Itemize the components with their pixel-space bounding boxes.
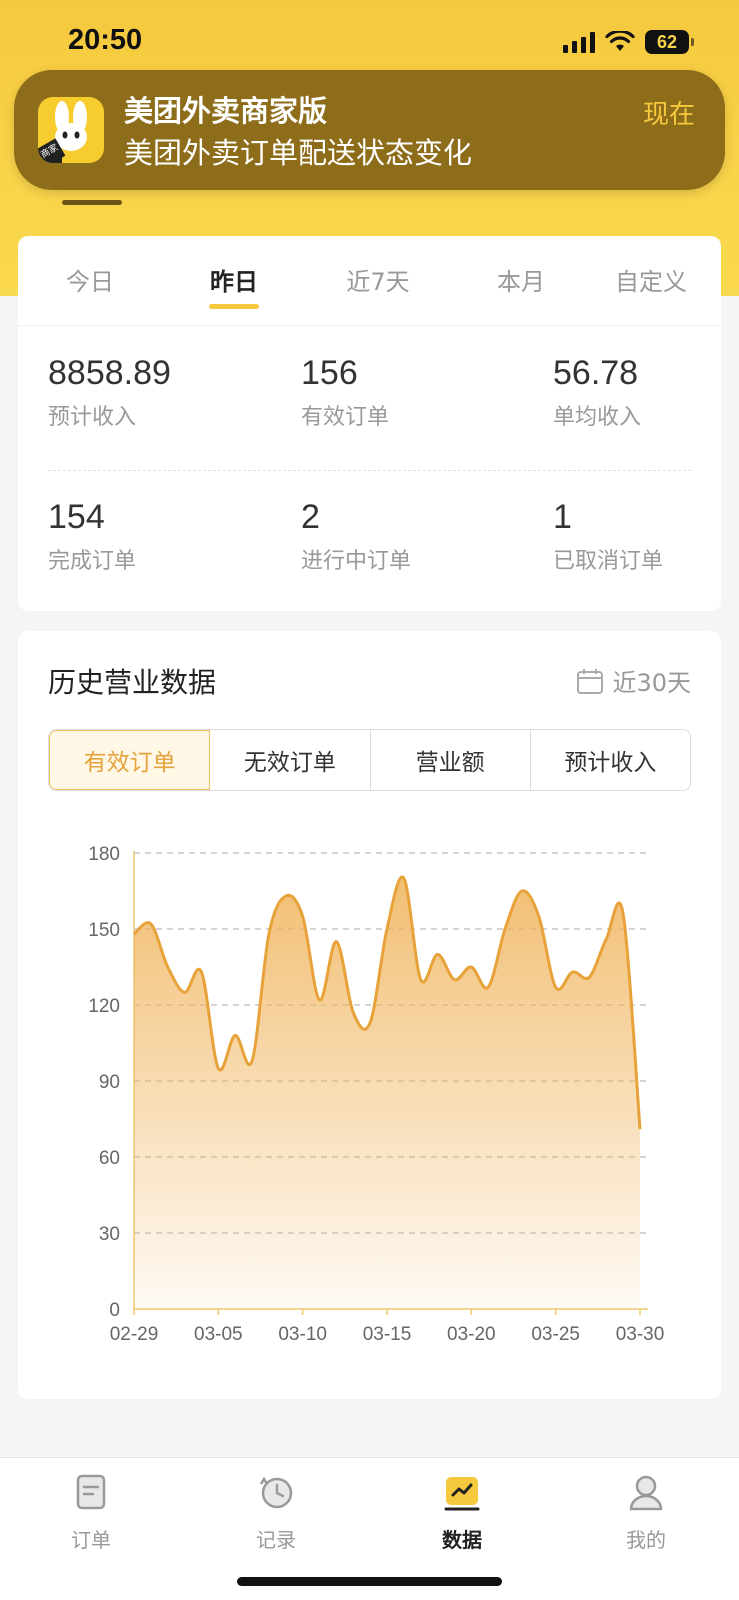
notification-time: 现在 <box>642 100 695 130</box>
history-title: 历史营业数据 <box>48 666 217 699</box>
metric-segmented-control: 有效订单 无效订单 营业额 预计收入 <box>48 729 691 791</box>
y-tick-label: 180 <box>88 844 120 865</box>
x-tick-label: 02-29 <box>110 1324 159 1345</box>
y-tick-label: 150 <box>88 920 120 941</box>
y-tick-label: 0 <box>109 1300 120 1321</box>
tab-last-7-days[interactable]: 近7天 <box>346 262 409 297</box>
data-chart-icon <box>444 1477 480 1511</box>
stat-label: 完成订单 <box>48 549 137 574</box>
y-tick-label: 30 <box>99 1224 120 1245</box>
stat-cancelled-orders: 1 已取消订单 <box>553 498 663 575</box>
stat-in-progress-orders: 2 进行中订单 <box>301 498 411 575</box>
stat-value: 2 <box>301 498 320 536</box>
series-area <box>134 877 640 1309</box>
order-icon <box>76 1474 106 1510</box>
history-card: 历史营业数据 近30天 有效订单 无效订单 营业额 预计收入 0 30 60 90 12… <box>18 631 721 1399</box>
stat-label: 已取消订单 <box>553 549 664 574</box>
nav-item-history[interactable]: 记录 <box>216 1472 336 1553</box>
nav-item-data[interactable]: 数据 <box>402 1472 522 1553</box>
nav-item-profile[interactable]: 我的 <box>586 1472 706 1553</box>
nav-label: 我的 <box>626 1528 666 1552</box>
tab-yesterday[interactable]: 昨日 <box>210 262 258 297</box>
profile-icon <box>629 1475 663 1511</box>
stat-value: 154 <box>48 498 105 536</box>
stat-label: 预计收入 <box>48 405 137 430</box>
home-indicator[interactable] <box>237 1577 502 1586</box>
status-time: 20:50 <box>68 24 143 56</box>
date-range-label: 近30天 <box>612 669 691 697</box>
segment-estimated-income[interactable]: 预计收入 <box>530 730 690 790</box>
stat-avg-income: 56.78 单均收入 <box>553 354 641 431</box>
stat-label: 进行中订单 <box>301 549 412 574</box>
history-area-chart: 0 30 60 90 120 150 180 02-29 03-05 03-10 03-15 03-2… <box>88 844 665 1345</box>
stat-value: 156 <box>301 354 358 392</box>
y-tick-label: 120 <box>88 996 120 1017</box>
y-tick-label: 60 <box>99 1148 120 1169</box>
tab-this-month[interactable]: 本月 <box>497 262 545 297</box>
active-tab-underline <box>209 304 259 309</box>
stat-value: 1 <box>553 498 572 536</box>
banner-handle[interactable] <box>62 200 122 205</box>
nav-item-orders[interactable]: 订单 <box>31 1472 151 1553</box>
meituan-app-icon: 商家 <box>38 97 104 163</box>
x-tick-label: 03-15 <box>363 1324 412 1345</box>
nav-label: 记录 <box>256 1528 296 1552</box>
x-tick-label: 03-10 <box>278 1324 327 1345</box>
wifi-icon <box>605 31 635 51</box>
x-tick-label: 03-25 <box>531 1324 580 1345</box>
nav-label: 数据 <box>442 1528 482 1552</box>
period-tabs: 今日 昨日 近7天 本月 自定义 <box>18 236 721 326</box>
segment-valid-orders[interactable]: 有效订单 <box>49 730 211 790</box>
x-tick-label: 03-30 <box>616 1324 665 1345</box>
notification-message: 美团外卖订单配送状态变化 <box>124 136 473 170</box>
stat-value: 8858.89 <box>48 354 171 392</box>
stat-value: 56.78 <box>553 354 639 392</box>
stat-label: 有效订单 <box>301 405 390 430</box>
y-tick-label: 90 <box>99 1072 120 1093</box>
stats-divider <box>48 470 691 471</box>
history-icon <box>259 1476 293 1509</box>
calendar-icon <box>577 668 604 694</box>
notification-title: 美团外卖商家版 <box>124 94 328 128</box>
x-tick-label: 03-05 <box>194 1324 243 1345</box>
segment-revenue[interactable]: 营业额 <box>370 730 531 790</box>
tab-custom[interactable]: 自定义 <box>615 262 687 297</box>
status-bar: 20:50 62 <box>0 0 739 70</box>
status-icons: 62 <box>563 28 694 56</box>
cellular-signal-icon <box>563 31 595 53</box>
segment-invalid-orders[interactable]: 无效订单 <box>210 730 371 790</box>
tab-today[interactable]: 今日 <box>66 262 114 297</box>
stat-valid-orders: 156 有效订单 <box>301 354 389 431</box>
stat-completed-orders: 154 完成订单 <box>48 498 136 575</box>
nav-label: 订单 <box>71 1528 111 1552</box>
x-tick-label: 03-20 <box>447 1324 496 1345</box>
stat-label: 单均收入 <box>553 405 642 430</box>
stats-card: 今日 昨日 近7天 本月 自定义 8858.89 预计收入 156 有效订单 5… <box>18 236 721 611</box>
notification-banner[interactable]: 商家 美团外卖商家版 美团外卖订单配送状态变化 现在 <box>14 70 725 190</box>
battery-icon: 62 <box>645 30 694 54</box>
date-range-selector[interactable]: 近30天 <box>576 663 691 698</box>
stat-estimated-income: 8858.89 预计收入 <box>48 354 171 431</box>
